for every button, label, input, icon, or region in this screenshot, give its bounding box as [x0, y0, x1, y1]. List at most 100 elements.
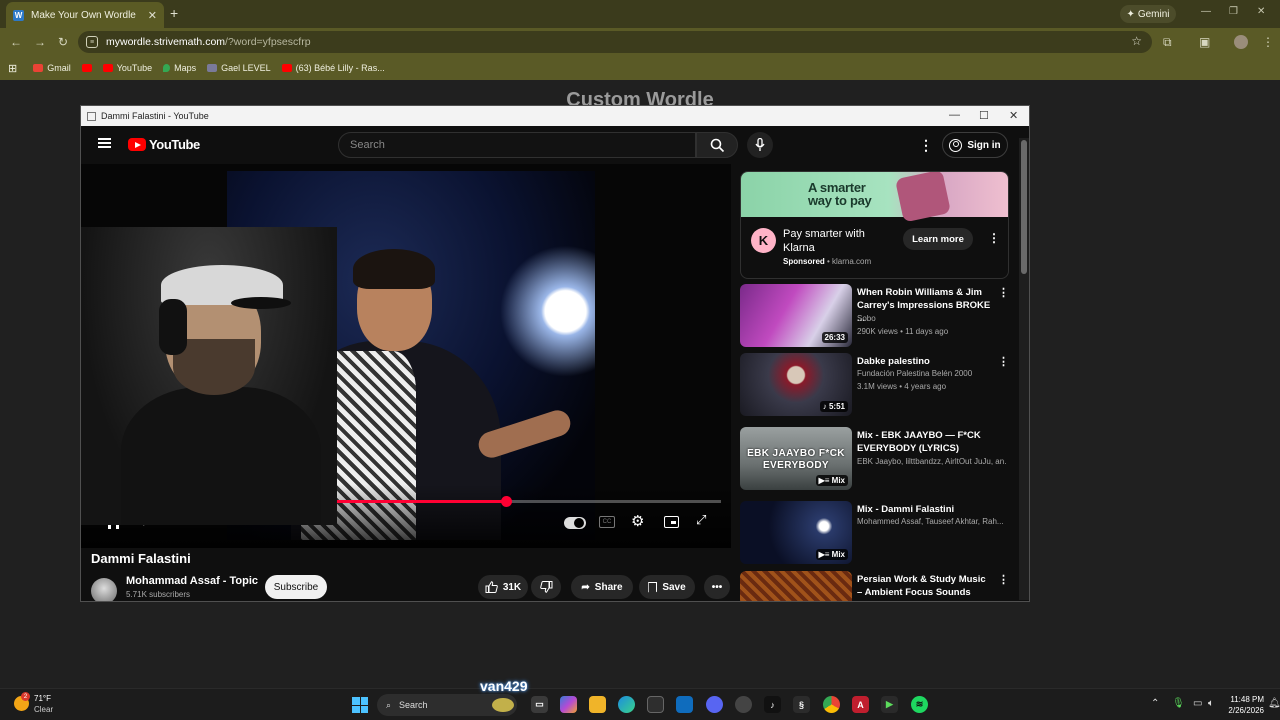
- youtube-logo[interactable]: YouTube: [128, 137, 200, 152]
- autoplay-toggle[interactable]: [564, 517, 586, 529]
- ad-banner-image[interactable]: A smarter way to pay: [741, 172, 1008, 223]
- subtitles-cc-icon[interactable]: CC: [599, 516, 615, 528]
- back-arrow-icon[interactable]: ←: [10, 35, 22, 49]
- channel-avatar[interactable]: [91, 578, 117, 601]
- speaker-icon[interactable]: 🔈︎: [1208, 698, 1214, 709]
- weather-temperature[interactable]: 71°F: [34, 694, 51, 703]
- site-info-icon[interactable]: ≡: [86, 36, 98, 48]
- adobe-icon[interactable]: A: [852, 696, 869, 713]
- bookmark-maps[interactable]: Maps: [163, 63, 196, 73]
- forward-arrow-icon[interactable]: →: [34, 35, 46, 49]
- spotify-icon[interactable]: ≋: [911, 696, 928, 713]
- search-button[interactable]: [696, 132, 738, 158]
- chrome-icon[interactable]: [823, 696, 840, 713]
- bookmark-youtube[interactable]: YouTube: [102, 63, 152, 73]
- dislike-button[interactable]: [531, 575, 561, 599]
- bookmark-gmail[interactable]: Gmail: [33, 63, 71, 73]
- address-bar[interactable]: ≡ mywordle.strivemath.com/?word=yfpsescf…: [78, 31, 1152, 53]
- extensions-icon[interactable]: ⧉: [1163, 35, 1172, 50]
- bookmark-star-icon[interactable]: ☆: [1131, 34, 1142, 48]
- gemini-button[interactable]: ✦ Gemini: [1120, 5, 1176, 23]
- tab-close-icon[interactable]: ✕: [148, 9, 157, 22]
- recommended-channel[interactable]: Fundación Palestina Belén 2000: [857, 369, 1007, 378]
- subscribe-button[interactable]: Subscribe: [265, 575, 327, 599]
- notification-bell-icon[interactable]: 🔔︎: [1268, 698, 1280, 709]
- voice-search-button[interactable]: [747, 132, 773, 158]
- video-thumbnail[interactable]: [740, 571, 852, 601]
- chrome-menu-icon[interactable]: ⋮: [1262, 35, 1274, 49]
- video-thumbnail[interactable]: 26:33: [740, 284, 852, 347]
- popup-close-icon[interactable]: ✕: [1009, 109, 1018, 122]
- share-button[interactable]: ➦ Share: [571, 575, 633, 599]
- sign-in-button[interactable]: Sign in: [942, 132, 1008, 158]
- miniplayer-icon[interactable]: [664, 516, 679, 528]
- outlook-icon[interactable]: [676, 696, 693, 713]
- copilot-icon[interactable]: [560, 696, 577, 713]
- like-button[interactable]: 31K: [478, 575, 528, 599]
- settings-kebab-icon[interactable]: ⋮: [919, 137, 933, 154]
- recommended-mix[interactable]: EBK JAAYBO F*CK EVERYBODY ▶≡ Mix Mix - E…: [740, 427, 1010, 493]
- browser-tab-active[interactable]: W Make Your Own Wordle ✕: [6, 2, 164, 28]
- system-clock[interactable]: 11:48 PM 2/26/2026: [1224, 694, 1264, 716]
- sign-in-label: Sign in: [967, 139, 1001, 151]
- recommended-mix[interactable]: ▶≡ Mix Mix - Dammi Falastini Mohammed As…: [740, 501, 1010, 567]
- restore-icon[interactable]: ❐: [1229, 6, 1238, 17]
- profile-avatar[interactable]: [1234, 35, 1248, 49]
- discord-icon[interactable]: [706, 696, 723, 713]
- app-green-icon[interactable]: ▶: [881, 696, 898, 713]
- weather-condition[interactable]: Clear: [34, 705, 53, 714]
- start-windows-icon[interactable]: [352, 697, 368, 713]
- bookmark-gael-level[interactable]: Gael LEVEL: [207, 63, 271, 73]
- apps-grid-icon[interactable]: ⊞: [8, 62, 17, 75]
- channel-name[interactable]: Mohammad Assaf - Topic: [126, 575, 258, 587]
- ad-menu-kebab-icon[interactable]: ⋮: [988, 231, 1000, 245]
- learn-more-button[interactable]: Learn more: [903, 228, 973, 250]
- store-icon[interactable]: [647, 696, 664, 713]
- scrollbar-thumb[interactable]: [1021, 140, 1027, 274]
- mix-thumbnail[interactable]: ▶≡ Mix: [740, 501, 852, 564]
- reload-icon[interactable]: ↻: [58, 35, 68, 49]
- recommended-channel[interactable]: Sobo: [857, 314, 1007, 323]
- app-s-icon[interactable]: §: [793, 696, 810, 713]
- edge-icon[interactable]: [618, 696, 635, 713]
- minimize-icon[interactable]: —: [1201, 6, 1211, 17]
- task-view-icon[interactable]: ▭: [531, 696, 548, 713]
- video-thumbnail[interactable]: ♪ 5:51: [740, 353, 852, 416]
- new-tab-button[interactable]: +: [170, 5, 178, 21]
- recommended-video[interactable]: Persian Work & Study Music – Ambient Foc…: [740, 571, 1010, 601]
- obs-icon[interactable]: [735, 696, 752, 713]
- video-menu-kebab-icon[interactable]: ⋮: [998, 355, 1009, 368]
- close-window-icon[interactable]: ✕: [1257, 6, 1265, 17]
- settings-gear-icon[interactable]: ⚙: [631, 512, 644, 530]
- ad-domain: klarna.com: [832, 257, 872, 266]
- popup-maximize-icon[interactable]: ☐: [979, 109, 989, 122]
- recommended-video[interactable]: 26:33 When Robin Williams & Jim Carrey's…: [740, 284, 1010, 350]
- video-menu-kebab-icon[interactable]: ⋮: [998, 573, 1009, 586]
- recommended-channel[interactable]: Mohammed Assaf, Tauseef Akhtar, Rah...: [857, 517, 1007, 526]
- popup-minimize-icon[interactable]: —: [949, 109, 960, 121]
- recommended-video[interactable]: ♪ 5:51 Dabke palestino Fundación Palesti…: [740, 353, 1010, 419]
- menu-hamburger-icon[interactable]: [98, 138, 111, 148]
- recommended-title[interactable]: Mix - Dammi Falastini: [857, 503, 992, 516]
- scrubber-handle[interactable]: [500, 496, 512, 507]
- mix-thumbnail[interactable]: EBK JAAYBO F*CK EVERYBODY ▶≡ Mix: [740, 427, 852, 490]
- sponsored-ad-card[interactable]: A smarter way to pay K Pay smarter with …: [740, 171, 1009, 279]
- microphone-icon[interactable]: 🎙︎: [1172, 698, 1185, 709]
- mix-badge: ▶≡ Mix: [815, 475, 848, 486]
- video-menu-kebab-icon[interactable]: ⋮: [998, 286, 1009, 299]
- bookmark-bebe-lilly[interactable]: (63) Bébé Lilly - Ras...: [281, 63, 385, 73]
- bookmark-youtube-shortcut[interactable]: [81, 64, 92, 72]
- recommended-title[interactable]: Persian Work & Study Music – Ambient Foc…: [857, 573, 992, 599]
- fullscreen-icon[interactable]: ⤢: [696, 512, 706, 528]
- tiktok-icon[interactable]: ♪: [764, 696, 781, 713]
- search-input[interactable]: Search: [338, 132, 696, 158]
- recommended-channel[interactable]: EBK Jaaybo, lilttbandzz, AirltOut JuJu, …: [857, 457, 1007, 466]
- recommended-title[interactable]: Dabke palestino: [857, 355, 992, 368]
- recommended-title[interactable]: Mix - EBK JAAYBO — F*CK EVERYBODY (LYRIC…: [857, 429, 992, 455]
- more-actions-button[interactable]: •••: [704, 575, 730, 599]
- save-button[interactable]: Save: [639, 575, 695, 599]
- file-explorer-icon[interactable]: [589, 696, 606, 713]
- tray-chevron-icon[interactable]: ⌃: [1151, 698, 1159, 709]
- side-panel-icon[interactable]: ▣: [1199, 35, 1210, 49]
- display-icon[interactable]: ▭: [1193, 698, 1202, 709]
